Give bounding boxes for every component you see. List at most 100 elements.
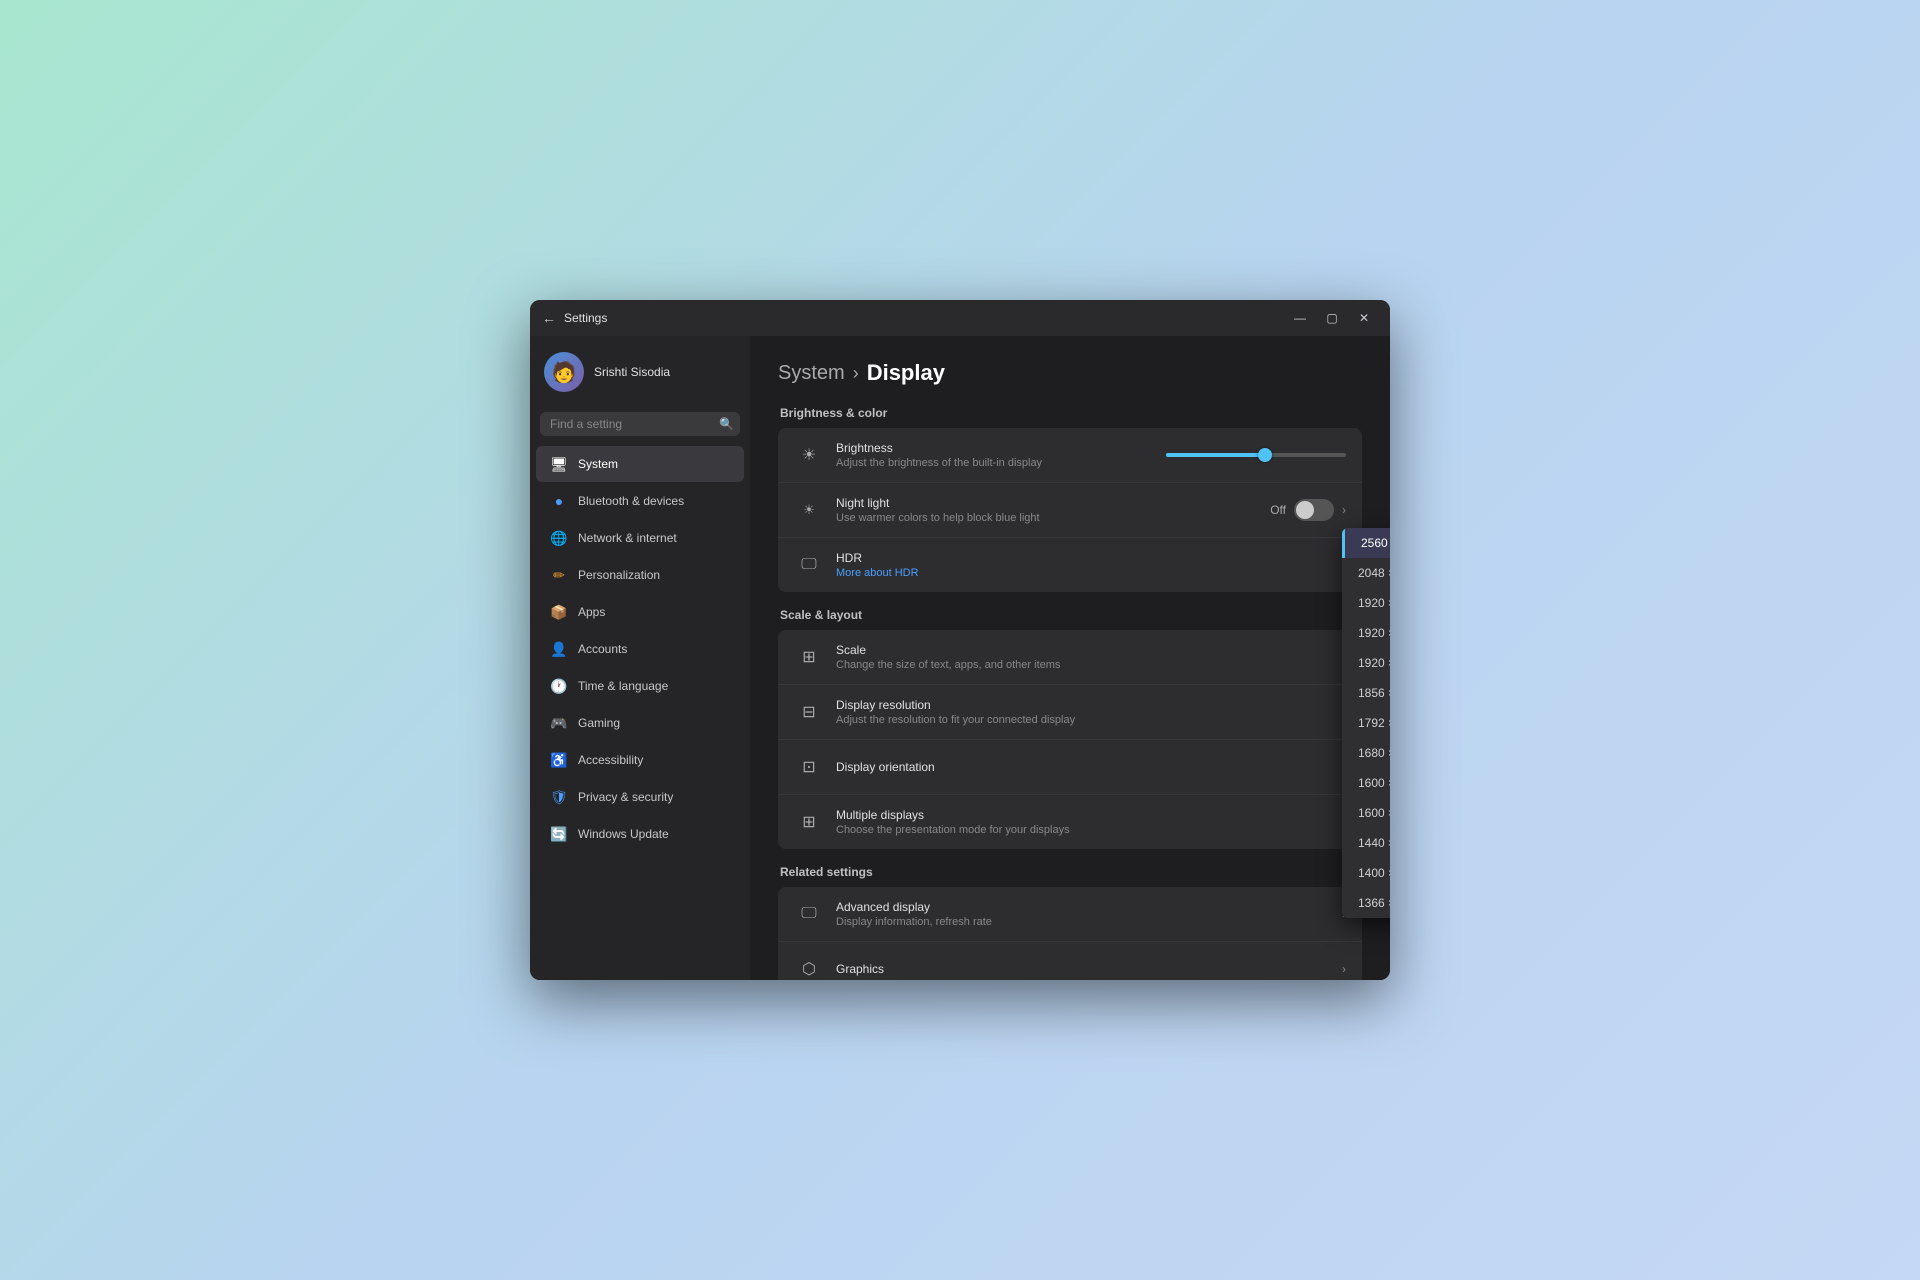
- dropdown-item-6[interactable]: 1792 × 1344: [1342, 708, 1390, 738]
- night-light-subtitle: Use warmer colors to help block blue lig…: [836, 512, 1270, 524]
- night-light-toggle[interactable]: [1294, 499, 1334, 521]
- close-button[interactable]: ✕: [1350, 307, 1378, 329]
- page-header: System › Display: [778, 360, 1362, 386]
- dropdown-item-8[interactable]: 1600 × 1200: [1342, 768, 1390, 798]
- brightness-slider-track[interactable]: [1166, 453, 1346, 457]
- privacy-icon: 🛡: [550, 788, 568, 806]
- nav-network[interactable]: 🌐 Network & internet: [536, 520, 744, 556]
- advanced-display-icon: 🖵: [794, 899, 824, 929]
- night-light-control: Off ›: [1270, 499, 1346, 521]
- display-resolution-subtitle: Adjust the resolution to fit your connec…: [836, 714, 1342, 726]
- dropdown-item-5[interactable]: 1856 × 1392: [1342, 678, 1390, 708]
- display-resolution-row[interactable]: ⊟ Display resolution Adjust the resoluti…: [778, 685, 1362, 740]
- advanced-display-subtitle: Display information, refresh rate: [836, 916, 1342, 928]
- personalization-icon: ✏: [550, 566, 568, 584]
- multiple-displays-row[interactable]: ⊞ Multiple displays Choose the presentat…: [778, 795, 1362, 849]
- section-scale-title: Scale & layout: [778, 608, 1362, 622]
- apps-icon: 📦: [550, 603, 568, 621]
- nav-accounts-label: Accounts: [578, 642, 627, 656]
- titlebar-controls: — ▢ ✕: [1286, 307, 1378, 329]
- hdr-subtitle[interactable]: More about HDR: [836, 567, 1346, 579]
- hdr-icon: 🖵: [794, 550, 824, 580]
- display-orientation-title: Display orientation: [836, 760, 1342, 774]
- related-settings-card: 🖵 Advanced display Display information, …: [778, 887, 1362, 980]
- graphics-text: Graphics: [836, 962, 1342, 976]
- titlebar-title: Settings: [564, 311, 607, 325]
- nav-network-label: Network & internet: [578, 531, 677, 545]
- search-input[interactable]: [540, 412, 740, 436]
- graphics-icon: ⬡: [794, 954, 824, 980]
- dropdown-item-7[interactable]: 1680 × 1050: [1342, 738, 1390, 768]
- maximize-button[interactable]: ▢: [1318, 307, 1346, 329]
- brightness-slider-thumb[interactable]: [1258, 448, 1272, 462]
- user-profile[interactable]: 🧑 Srishti Sisodia: [530, 336, 750, 408]
- avatar: 🧑: [544, 352, 584, 392]
- multiple-displays-title: Multiple displays: [836, 808, 1342, 822]
- dropdown-item-10[interactable]: 1440 × 900: [1342, 828, 1390, 858]
- multiple-displays-text: Multiple displays Choose the presentatio…: [836, 808, 1342, 836]
- dropdown-item-1[interactable]: 2048 × 1152: [1342, 558, 1390, 588]
- nav-update[interactable]: 🔄 Windows Update: [536, 816, 744, 852]
- scale-icon: ⊞: [794, 642, 824, 672]
- dropdown-item-2[interactable]: 1920 × 1440: [1342, 588, 1390, 618]
- nav-apps[interactable]: 📦 Apps: [536, 594, 744, 630]
- accounts-icon: 👤: [550, 640, 568, 658]
- resolution-dropdown[interactable]: 2560 × 1440 (Recommended) 2048 × 1152 19…: [1342, 528, 1390, 918]
- minimize-button[interactable]: —: [1286, 307, 1314, 329]
- brightness-subtitle: Adjust the brightness of the built-in di…: [836, 457, 1166, 469]
- nav-bluetooth[interactable]: ● Bluetooth & devices: [536, 483, 744, 519]
- dropdown-item-3[interactable]: 1920 × 1200: [1342, 618, 1390, 648]
- nav-accounts[interactable]: 👤 Accounts: [536, 631, 744, 667]
- hdr-row[interactable]: 🖵 HDR More about HDR 2560 × 1440 (Recomm…: [778, 538, 1362, 592]
- breadcrumb-system[interactable]: System: [778, 362, 845, 385]
- brightness-control[interactable]: [1166, 453, 1346, 457]
- back-button[interactable]: ←: [542, 310, 556, 326]
- brightness-title: Brightness: [836, 441, 1166, 455]
- titlebar-left: ← Settings: [542, 310, 607, 326]
- nav-accessibility-label: Accessibility: [578, 753, 643, 767]
- nav-privacy-label: Privacy & security: [578, 790, 673, 804]
- advanced-display-row[interactable]: 🖵 Advanced display Display information, …: [778, 887, 1362, 942]
- display-resolution-title: Display resolution: [836, 698, 1342, 712]
- nav-time[interactable]: 🕐 Time & language: [536, 668, 744, 704]
- graphics-chevron: ›: [1342, 962, 1346, 976]
- display-orientation-icon: ⊡: [794, 752, 824, 782]
- night-light-row[interactable]: ☀ Night light Use warmer colors to help …: [778, 483, 1362, 538]
- brightness-row[interactable]: ☀ Brightness Adjust the brightness of th…: [778, 428, 1362, 483]
- night-light-icon: ☀: [794, 495, 824, 525]
- scale-row[interactable]: ⊞ Scale Change the size of text, apps, a…: [778, 630, 1362, 685]
- nav-bluetooth-label: Bluetooth & devices: [578, 494, 684, 508]
- brightness-icon: ☀: [794, 440, 824, 470]
- dropdown-item-4[interactable]: 1920 × 1080: [1342, 648, 1390, 678]
- page-title: Display: [867, 360, 945, 386]
- brightness-slider-fill: [1166, 453, 1265, 457]
- time-icon: 🕐: [550, 677, 568, 695]
- dropdown-item-9[interactable]: 1600 × 900: [1342, 798, 1390, 828]
- hdr-text: HDR More about HDR: [836, 551, 1346, 579]
- network-icon: 🌐: [550, 529, 568, 547]
- dropdown-item-11[interactable]: 1400 × 1050: [1342, 858, 1390, 888]
- multiple-displays-subtitle: Choose the presentation mode for your di…: [836, 824, 1342, 836]
- main-content: System › Display Brightness & color ☀ Br…: [750, 336, 1390, 980]
- section-brightness-title: Brightness & color: [778, 406, 1362, 420]
- night-light-text: Night light Use warmer colors to help bl…: [836, 496, 1270, 524]
- nav-system[interactable]: 🖥 System: [536, 446, 744, 482]
- breadcrumb-sep: ›: [853, 363, 859, 384]
- bluetooth-icon: ●: [550, 492, 568, 510]
- brightness-color-card: ☀ Brightness Adjust the brightness of th…: [778, 428, 1362, 592]
- graphics-row[interactable]: ⬡ Graphics ›: [778, 942, 1362, 980]
- search-icon[interactable]: 🔍: [719, 417, 734, 431]
- scale-title: Scale: [836, 643, 1342, 657]
- username: Srishti Sisodia: [594, 365, 670, 379]
- nav-privacy[interactable]: 🛡 Privacy & security: [536, 779, 744, 815]
- dropdown-item-0[interactable]: 2560 × 1440 (Recommended): [1342, 528, 1390, 558]
- toggle-thumb: [1296, 501, 1314, 519]
- display-orientation-row[interactable]: ⊡ Display orientation ›: [778, 740, 1362, 795]
- nav-accessibility[interactable]: ♿ Accessibility: [536, 742, 744, 778]
- nav-personalization[interactable]: ✏ Personalization: [536, 557, 744, 593]
- dropdown-item-12[interactable]: 1366 × 768: [1342, 888, 1390, 918]
- update-icon: 🔄: [550, 825, 568, 843]
- nav-update-label: Windows Update: [578, 827, 669, 841]
- nav-gaming[interactable]: 🎮 Gaming: [536, 705, 744, 741]
- advanced-display-text: Advanced display Display information, re…: [836, 900, 1342, 928]
